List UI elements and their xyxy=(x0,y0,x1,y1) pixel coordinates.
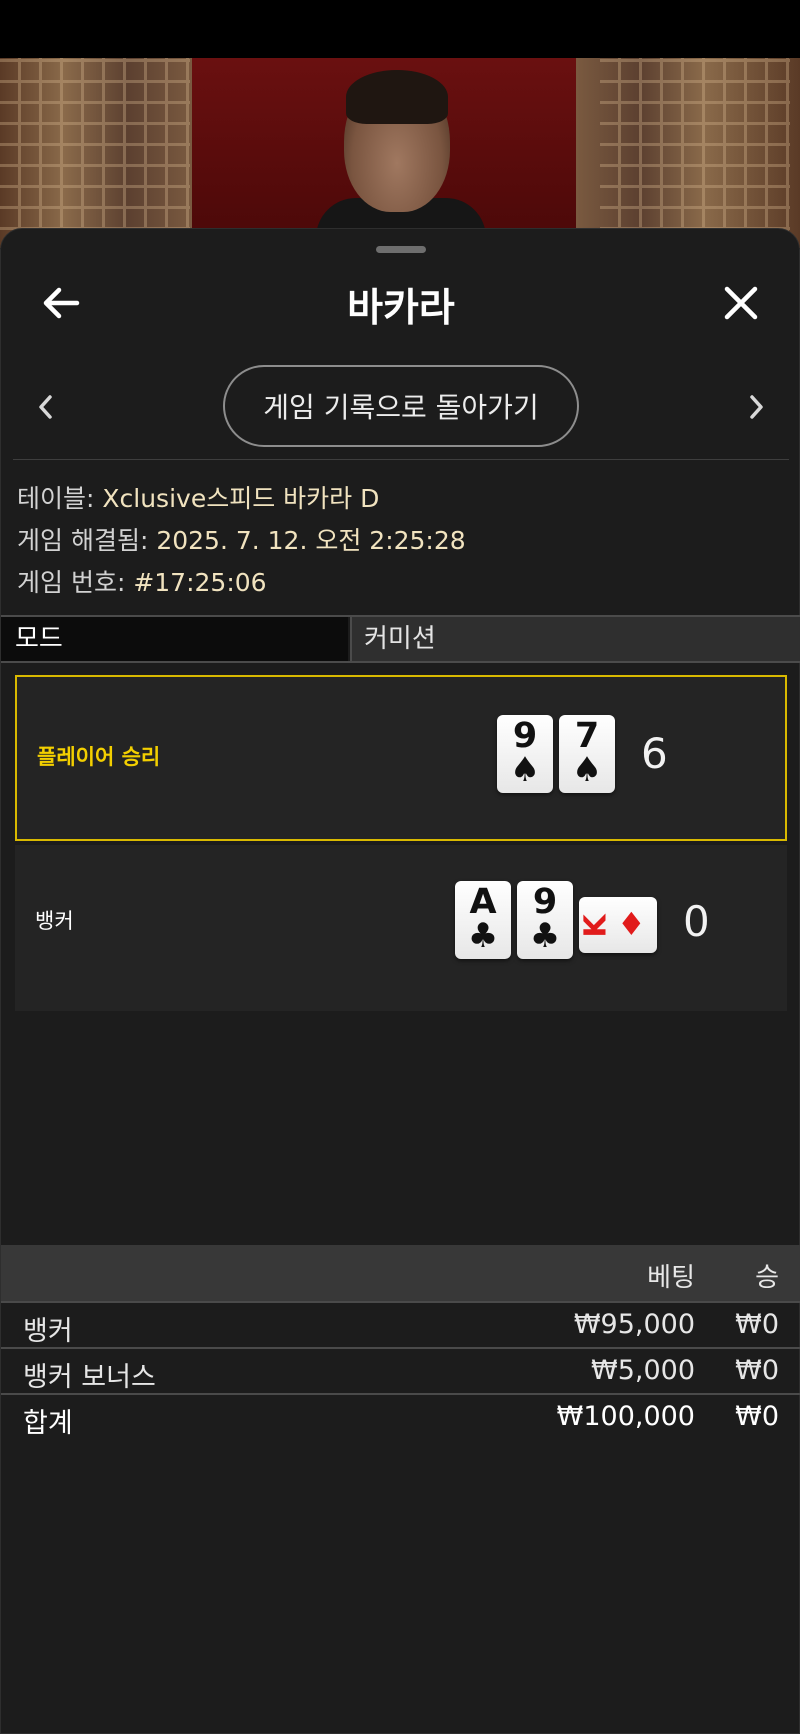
back-to-history-button[interactable]: 게임 기록으로 돌아가기 xyxy=(223,365,579,447)
bet-name: 뱅커 보너스 xyxy=(23,1362,156,1393)
player-card-1: 9 ♠ xyxy=(497,715,553,793)
bet-amount: ₩95,000 xyxy=(573,1309,695,1340)
total-row: 합계 ₩100,000 ₩0 xyxy=(1,1395,800,1441)
previous-round-chevron-icon[interactable] xyxy=(33,391,59,423)
banker-card-1: A ♣ xyxy=(455,881,511,959)
spade-icon: ♠ xyxy=(509,750,541,790)
total-bet-amount: ₩100,000 xyxy=(556,1401,695,1432)
player-card-2: 7 ♠ xyxy=(559,715,615,793)
table-value: Xclusive스피드 바카라 D xyxy=(102,484,380,513)
round-navigation: 게임 기록으로 돌아가기 xyxy=(1,365,800,449)
page-title: 바카라 xyxy=(347,286,455,331)
table-info: 테이블: Xclusive스피드 바카라 D xyxy=(17,479,379,515)
decor-lattice-left xyxy=(0,58,190,248)
win-column-header: 승 xyxy=(755,1263,779,1293)
banker-card-2: 9 ♣ xyxy=(517,881,573,959)
win-amount: ₩0 xyxy=(735,1355,779,1386)
header: 바카라 xyxy=(1,269,800,339)
divider xyxy=(13,459,789,460)
banker-result-label: 뱅커 xyxy=(35,909,74,933)
table-row: 뱅커 ₩95,000 ₩0 xyxy=(1,1303,800,1349)
bet-amount: ₩5,000 xyxy=(591,1355,695,1386)
club-icon: ♣ xyxy=(467,916,499,956)
next-round-chevron-icon[interactable] xyxy=(743,391,769,423)
mode-row: 모드 커미션 xyxy=(1,615,800,663)
mode-label: 모드 xyxy=(1,617,348,661)
resolved-info: 게임 해결됨: 2025. 7. 12. 오전 2:25:28 xyxy=(17,521,466,557)
player-result-label: 플레이어 승리 xyxy=(37,745,161,769)
diamond-icon: ♦ xyxy=(617,905,646,943)
close-icon[interactable] xyxy=(721,283,761,323)
player-result: 플레이어 승리 9 ♠ 7 ♠ 6 xyxy=(15,675,787,841)
club-icon: ♣ xyxy=(529,916,561,956)
round-label: 게임 번호: xyxy=(17,568,126,597)
bet-name: 뱅커 xyxy=(23,1316,73,1347)
dealer-hair xyxy=(346,70,448,124)
table-row: 뱅커 보너스 ₩5,000 ₩0 xyxy=(1,1349,800,1395)
mode-value: 커미션 xyxy=(350,617,800,661)
bets-table-header: 베팅 승 xyxy=(1,1245,800,1303)
win-amount: ₩0 xyxy=(735,1309,779,1340)
drag-handle[interactable] xyxy=(376,246,426,253)
banker-card-3: K ♦ xyxy=(579,897,657,953)
table-label: 테이블: xyxy=(17,484,95,513)
resolved-value: 2025. 7. 12. 오전 2:25:28 xyxy=(156,526,466,555)
game-detail-sheet: 바카라 게임 기록으로 돌아가기 테이블: Xclusive스피드 바카라 D … xyxy=(0,228,800,1734)
player-score: 6 xyxy=(641,729,668,778)
banker-score: 0 xyxy=(683,897,710,946)
round-info: 게임 번호: #17:25:06 xyxy=(17,563,267,599)
round-value: #17:25:06 xyxy=(133,568,267,597)
decor-lattice-right xyxy=(600,58,790,248)
resolved-label: 게임 해결됨: xyxy=(17,526,149,555)
total-label: 합계 xyxy=(23,1408,73,1439)
status-bar xyxy=(0,0,800,58)
spade-icon: ♠ xyxy=(571,750,603,790)
bet-column-header: 베팅 xyxy=(647,1263,695,1293)
banker-result: 뱅커 A ♣ 9 ♣ K ♦ 0 xyxy=(15,845,787,1011)
total-win-amount: ₩0 xyxy=(735,1401,779,1432)
